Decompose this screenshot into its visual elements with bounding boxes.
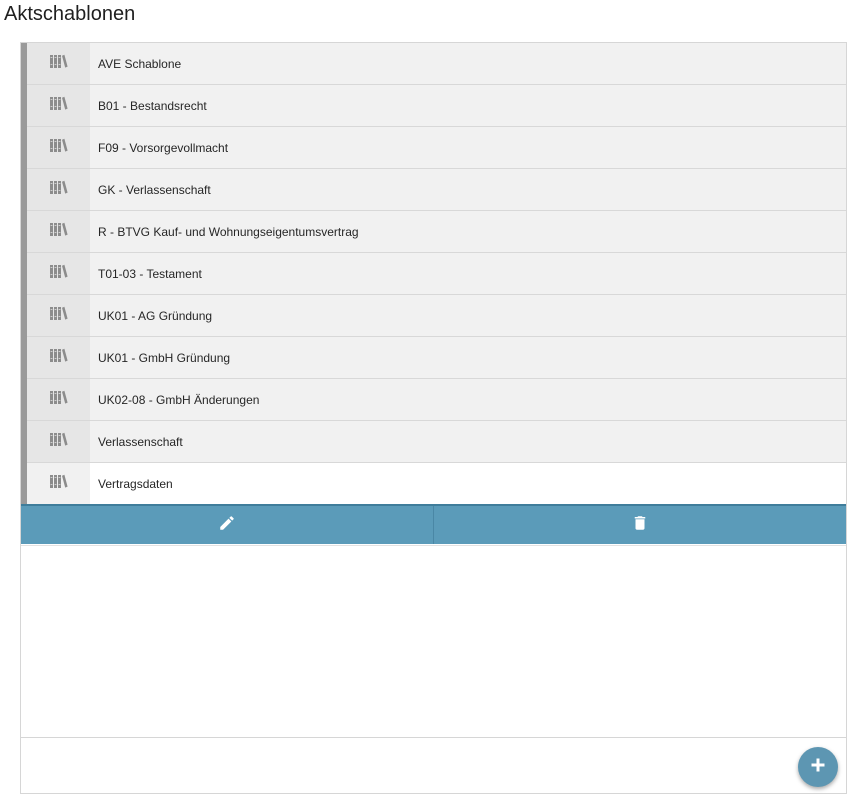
- row-label: T01-03 - Testament: [98, 266, 202, 281]
- row-label: UK01 - GmbH Gründung: [98, 350, 231, 365]
- books-icon: [49, 474, 68, 493]
- page-title: Aktschablonen: [4, 3, 136, 25]
- row-label: R - BTVG Kauf- und Wohnungseigentumsvert…: [98, 224, 359, 239]
- template-list-item[interactable]: UK02-08 - GmbH Änderungen: [21, 379, 846, 421]
- books-icon: [49, 222, 68, 241]
- row-label: UK01 - AG Gründung: [98, 308, 213, 323]
- pencil-icon: [218, 514, 236, 537]
- detail-area: [21, 545, 846, 737]
- books-icon: [49, 390, 68, 409]
- row-icon-cell: [27, 337, 90, 378]
- template-list-item[interactable]: UK01 - GmbH Gründung: [21, 337, 846, 379]
- template-panel: AVE Schablone B01 - Bestandsrecht F09 - …: [20, 42, 847, 794]
- books-icon: [49, 348, 68, 367]
- template-list-item[interactable]: Verlassenschaft: [21, 421, 846, 463]
- row-label: UK02-08 - GmbH Änderungen: [98, 392, 260, 407]
- row-icon-cell: [27, 127, 90, 168]
- template-list-item[interactable]: UK01 - AG Gründung: [21, 295, 846, 337]
- books-icon: [49, 306, 68, 325]
- template-list-item[interactable]: T01-03 - Testament: [21, 253, 846, 295]
- row-icon-cell: [27, 295, 90, 336]
- template-list-item[interactable]: R - BTVG Kauf- und Wohnungseigentumsvert…: [21, 211, 846, 253]
- row-icon-cell: [27, 85, 90, 126]
- row-icon-cell: [27, 211, 90, 252]
- row-icon-cell: [27, 421, 90, 462]
- plus-icon: [810, 757, 826, 778]
- row-label: GK - Verlassenschaft: [98, 182, 211, 197]
- books-icon: [49, 432, 68, 451]
- row-label: Vertragsdaten: [98, 476, 173, 491]
- books-icon: [49, 180, 68, 199]
- template-list-item[interactable]: B01 - Bestandsrecht: [21, 85, 846, 127]
- row-icon-cell: [27, 253, 90, 294]
- row-label: Verlassenschaft: [98, 434, 183, 449]
- template-list-item[interactable]: Vertragsdaten: [21, 463, 846, 505]
- books-icon: [49, 54, 68, 73]
- row-label: F09 - Vorsorgevollmacht: [98, 140, 229, 155]
- action-bar: [21, 504, 846, 544]
- delete-button[interactable]: [433, 506, 846, 544]
- row-label: B01 - Bestandsrecht: [98, 98, 207, 113]
- add-button[interactable]: [798, 747, 838, 787]
- row-label: AVE Schablone: [98, 56, 182, 71]
- panel-footer: [21, 737, 846, 793]
- row-icon-cell: [27, 169, 90, 210]
- row-icon-cell: [27, 43, 90, 84]
- template-list-item[interactable]: GK - Verlassenschaft: [21, 169, 846, 211]
- row-icon-cell: [27, 463, 90, 504]
- edit-button[interactable]: [21, 506, 433, 544]
- template-list-item[interactable]: AVE Schablone: [21, 43, 846, 85]
- books-icon: [49, 264, 68, 283]
- row-icon-cell: [27, 379, 90, 420]
- template-list-item[interactable]: F09 - Vorsorgevollmacht: [21, 127, 846, 169]
- trash-icon: [631, 514, 649, 537]
- template-list: AVE Schablone B01 - Bestandsrecht F09 - …: [21, 43, 846, 505]
- books-icon: [49, 138, 68, 157]
- books-icon: [49, 96, 68, 115]
